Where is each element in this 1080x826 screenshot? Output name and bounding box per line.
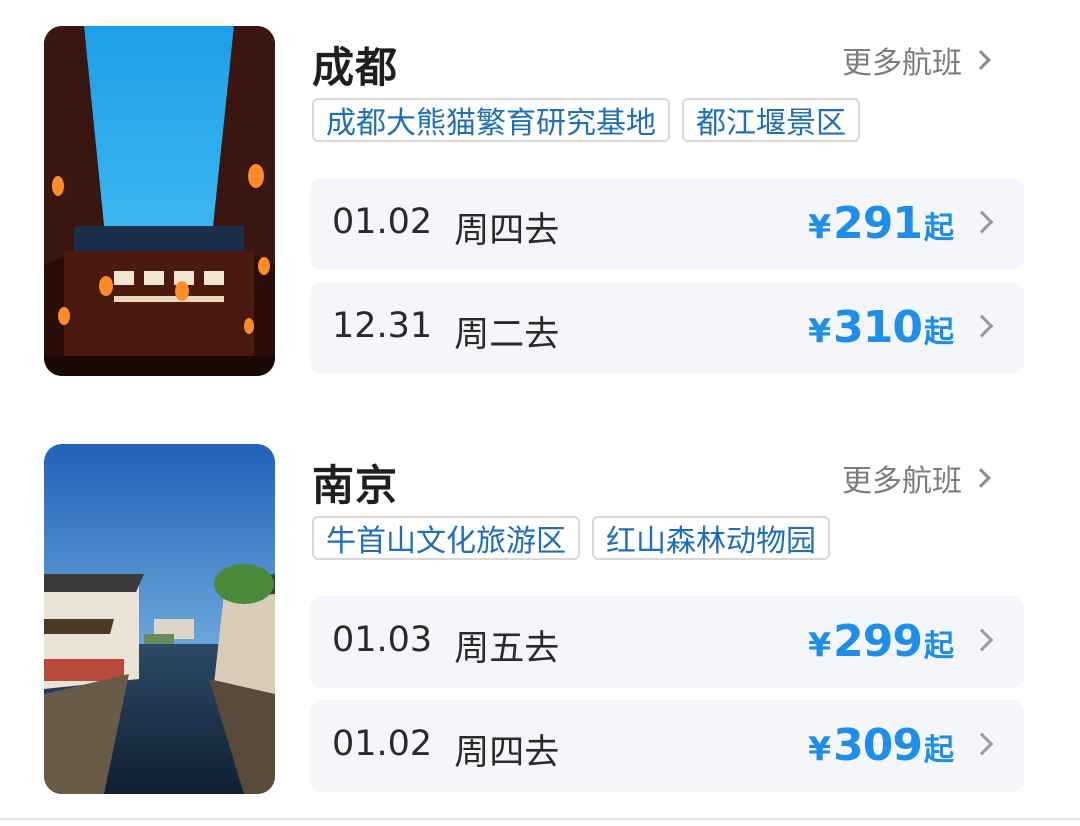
currency-symbol: ¥ [808,311,832,350]
date-text: 01.02 [332,202,433,242]
date-text: 01.03 [332,620,433,660]
price-amount: 299 [833,616,923,667]
flight-date: 12.31 周二去 [332,306,559,357]
more-flights-label: 更多航班 [842,46,962,81]
attraction-tag[interactable]: 牛首山文化旅游区 [312,516,580,560]
flight-price: ¥ 291 起 [808,198,954,249]
attraction-tag[interactable]: 红山森林动物园 [592,516,830,560]
price-suffix: 起 [924,211,954,246]
price-amount: 310 [833,302,923,353]
weekday-text: 周二去 [454,315,560,355]
flight-price: ¥ 310 起 [808,302,954,353]
city-title: 南京 [312,461,399,510]
price-amount: 309 [833,720,923,771]
flight-row[interactable]: 12.31 周二去 ¥ 310 起 [310,282,1024,374]
date-text: 01.02 [332,724,433,764]
flight-date: 01.03 周五去 [332,620,559,671]
currency-symbol: ¥ [808,625,832,664]
destination-image[interactable] [44,444,275,794]
flight-row[interactable]: 01.02 周四去 ¥ 309 起 [310,700,1024,792]
attraction-tag[interactable]: 都江堰景区 [682,98,860,142]
destination-card-chengdu[interactable]: 成都 更多航班 成都大熊猫繁育研究基地 都江堰景区 01.02 周四去 ¥ 29… [0,26,1080,386]
flight-row[interactable]: 01.02 周四去 ¥ 291 起 [310,178,1024,270]
weekday-text: 周四去 [454,733,560,773]
chevron-right-icon [970,210,994,234]
flight-date: 01.02 周四去 [332,724,559,775]
price-amount: 291 [833,198,923,249]
flight-row[interactable]: 01.03 周五去 ¥ 299 起 [310,596,1024,688]
flight-price: ¥ 299 起 [808,616,954,667]
chevron-right-icon [970,314,994,338]
date-text: 12.31 [332,306,433,346]
chevron-right-icon [971,468,991,488]
attraction-tag[interactable]: 成都大熊猫繁育研究基地 [312,98,670,142]
weekday-text: 周四去 [454,211,560,251]
more-flights-link[interactable]: 更多航班 [842,456,991,500]
price-suffix: 起 [924,629,954,664]
destination-card-nanjing[interactable]: 南京 更多航班 牛首山文化旅游区 红山森林动物园 01.03 周五去 ¥ 299… [0,444,1080,804]
price-suffix: 起 [924,315,954,350]
flight-date: 01.02 周四去 [332,202,559,253]
weekday-text: 周五去 [454,629,560,669]
chevron-right-icon [970,732,994,756]
attraction-tags: 牛首山文化旅游区 红山森林动物园 [312,516,830,560]
city-title: 成都 [312,43,399,92]
currency-symbol: ¥ [808,207,832,246]
destination-image[interactable] [44,26,275,376]
attraction-tags: 成都大熊猫繁育研究基地 都江堰景区 [312,98,860,142]
chevron-right-icon [970,628,994,652]
chevron-right-icon [971,50,991,70]
price-suffix: 起 [924,733,954,768]
more-flights-label: 更多航班 [842,464,962,499]
more-flights-link[interactable]: 更多航班 [842,38,991,82]
flight-price: ¥ 309 起 [808,720,954,771]
currency-symbol: ¥ [808,729,832,768]
divider [0,818,1080,820]
